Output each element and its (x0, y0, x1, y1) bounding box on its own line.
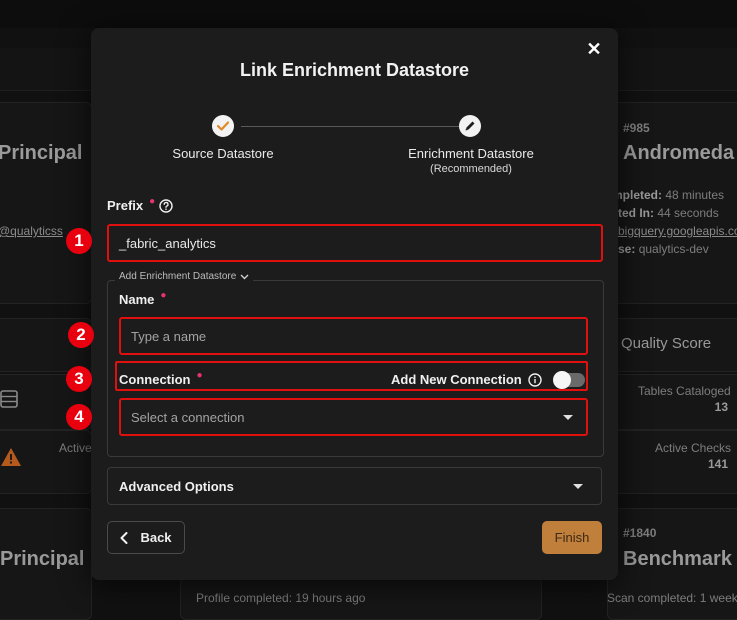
add-new-connection-label: Add New Connection (391, 372, 522, 387)
background-completed-in-label: ted In: (618, 206, 654, 220)
background-topbar (0, 0, 737, 28)
background-title-left-top: Principal (0, 142, 83, 164)
step-1-check-icon (212, 115, 234, 137)
name-label-text: Name (119, 292, 155, 307)
chevron-down-icon (240, 274, 249, 280)
name-input[interactable]: Type a name (119, 317, 588, 355)
back-button[interactable]: Back (107, 521, 185, 554)
finish-button[interactable]: Finish (542, 521, 602, 554)
background-host: bigquery.googleapis.co (618, 224, 737, 238)
background-active-label: Active (59, 441, 92, 455)
prefix-input[interactable]: _fabric_analytics (107, 224, 603, 262)
required-marker: ● (196, 370, 203, 381)
background-database-value: qualytics-dev (638, 242, 709, 256)
toggle-knob (553, 371, 571, 389)
advanced-options-label: Advanced Options (119, 479, 234, 494)
background-checks-value: 141 (707, 457, 728, 471)
background-database-row: se: qualytics-dev (618, 242, 709, 256)
help-icon[interactable] (159, 198, 173, 213)
background-tables-value: 13 (714, 400, 728, 414)
annotation-badge-4: 4 (66, 404, 92, 430)
link-enrichment-modal: ✕ Link Enrichment Datastore Source Datas… (91, 28, 618, 580)
background-quality-score: Quality Score (621, 335, 712, 352)
connection-label-text: Connection (119, 372, 191, 387)
add-enrichment-label: Add Enrichment Datastore (119, 271, 237, 282)
step-2-pencil-icon (459, 115, 481, 137)
background-bottom-right-text: Scan completed: 1 week ago (607, 591, 737, 605)
background-card-left-top (0, 102, 92, 304)
annotation-badge-2: 2 (68, 322, 94, 348)
name-placeholder: Type a name (131, 328, 207, 344)
background-title-right-top: Andromeda C (623, 142, 737, 164)
dropdown-arrow-icon (563, 415, 573, 420)
name-label: Name ● (119, 290, 167, 307)
expand-arrow-icon (573, 484, 583, 489)
annotation-badge-1: 1 (66, 228, 92, 254)
add-enrichment-toggle[interactable]: Add Enrichment Datastore (115, 271, 254, 282)
background-id-bottom: #1840 (623, 526, 657, 540)
chevron-left-icon (120, 531, 128, 544)
info-icon[interactable] (528, 372, 542, 387)
add-new-connection: Add New Connection (391, 372, 542, 387)
background-email: @qualyticss (0, 224, 63, 238)
background-completed-in-value: 44 seconds (657, 206, 719, 220)
background-completed-label: mpleted: (612, 188, 663, 202)
step-1-label: Source Datastore (172, 146, 274, 161)
warning-icon (0, 446, 22, 468)
list-icon (0, 390, 18, 408)
stepper-line (241, 126, 459, 127)
background-checks-label: Active Checks (655, 441, 732, 455)
connection-placeholder: Select a connection (131, 409, 245, 425)
background-title-left-bottom: Principal (0, 548, 85, 570)
background-completed-row: mpleted: 48 minutes (612, 188, 724, 202)
connection-select[interactable]: Select a connection (119, 398, 588, 436)
background-completed-value: 48 minutes (665, 188, 725, 202)
prefix-label: Prefix ● (107, 196, 173, 213)
background-bottom-left-text: Profile completed: 19 hours ago (196, 591, 366, 605)
prefix-label-text: Prefix (107, 198, 144, 213)
advanced-options-accordion[interactable]: Advanced Options (107, 467, 602, 505)
background-completed-in-row: ted In: 44 seconds (618, 206, 719, 220)
required-marker: ● (160, 290, 167, 301)
connection-label: Connection ● (119, 370, 203, 387)
modal-title: Link Enrichment Datastore (239, 60, 470, 80)
background-tables-label: Tables Cataloged (638, 384, 731, 398)
add-new-connection-toggle[interactable] (553, 371, 585, 389)
step-2-label: Enrichment Datastore (408, 146, 534, 161)
back-label: Back (140, 530, 172, 545)
step-2-sublabel: (Recommended) (430, 163, 512, 175)
close-icon[interactable]: ✕ (582, 38, 606, 60)
background-id-top: #985 (623, 121, 650, 135)
background-database-label: se: (618, 242, 636, 256)
background-title-right-bottom: Benchmark V (623, 548, 737, 570)
required-marker: ● (149, 196, 156, 207)
annotation-badge-3: 3 (66, 366, 92, 392)
